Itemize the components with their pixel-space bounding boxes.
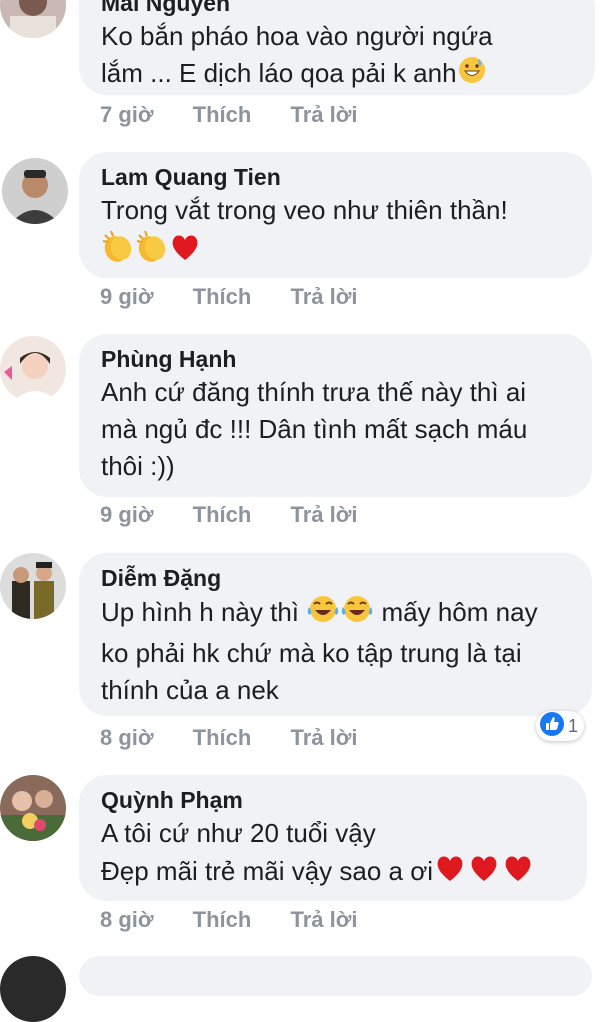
clapping-hands-icon — [135, 229, 169, 275]
comment-actions: 9 giờ Thích Trả lời — [100, 284, 390, 310]
comment-actions: 7 giờ Thích Trả lời — [100, 102, 390, 128]
like-button[interactable]: Thích — [193, 284, 252, 310]
comment-bubble: Diễm Đặng Up hình h này thì mấy hôm nay … — [79, 553, 592, 716]
grinning-sweat-emoji — [457, 55, 487, 95]
like-button[interactable]: Thích — [193, 502, 252, 528]
comment-author[interactable]: Lam Quang Tien — [101, 162, 570, 192]
avatar[interactable] — [2, 158, 68, 224]
comment-actions: 8 giờ Thích Trả lời — [100, 725, 390, 751]
avatar[interactable] — [0, 775, 66, 841]
comment-bubble: Quỳnh Phạm A tôi cứ như 20 tuổi vậy Đẹp … — [79, 775, 587, 901]
comment-time[interactable]: 9 giờ — [100, 284, 154, 310]
comment-text: A tôi cứ như 20 tuổi vậy Đẹp mãi trẻ mãi… — [101, 815, 565, 894]
avatar[interactable] — [0, 553, 66, 619]
tears-of-joy-emoji — [306, 593, 340, 635]
comment-text: Trong vắt trong veo như thiên thần! — [101, 192, 570, 267]
reply-button[interactable]: Trả lời — [290, 284, 357, 310]
comment-author[interactable]: Quỳnh Phạm — [101, 785, 565, 815]
comment-time[interactable]: 7 giờ — [100, 102, 154, 128]
tears-of-joy-emoji — [340, 593, 374, 635]
comment-author[interactable]: Diễm Đặng — [101, 563, 570, 593]
comment-bubble: Mai Nguyen Ko bắn pháo hoa vào người ngứ… — [79, 0, 595, 95]
comment-text: Ko bắn pháo hoa vào người ngứa lắm ... E… — [101, 18, 573, 95]
comment-bubble: Phùng Hạnh Anh cứ đăng thính trưa thế nà… — [79, 334, 592, 497]
red-heart-icon — [433, 852, 467, 894]
avatar[interactable] — [0, 0, 66, 38]
comment-actions: 8 giờ Thích Trả lời — [100, 907, 390, 933]
avatar[interactable] — [0, 336, 66, 402]
red-heart-icon — [501, 852, 535, 894]
like-button[interactable]: Thích — [193, 725, 252, 751]
comment-text: Anh cứ đăng thính trưa thế này thì ai mà… — [101, 377, 528, 481]
reply-button[interactable]: Trả lời — [290, 907, 357, 933]
comment-author[interactable]: Phùng Hạnh — [101, 344, 570, 374]
comment-author[interactable]: Mai Nguyen — [101, 0, 573, 18]
comment-time[interactable]: 8 giờ — [100, 725, 154, 751]
comment-text: Up hình h này thì mấy hôm nay ko phải hk… — [101, 593, 570, 709]
red-heart-icon — [169, 231, 201, 273]
reply-button[interactable]: Trả lời — [290, 102, 357, 128]
reply-button[interactable]: Trả lời — [290, 502, 357, 528]
reaction-count: 1 — [568, 715, 579, 736]
comment-bubble — [79, 956, 592, 996]
clapping-hands-icon — [101, 229, 135, 275]
red-heart-icon — [467, 852, 501, 894]
reply-button[interactable]: Trả lời — [290, 725, 357, 751]
like-button[interactable]: Thích — [193, 907, 252, 933]
comment-time[interactable]: 8 giờ — [100, 907, 154, 933]
avatar[interactable] — [0, 956, 66, 1022]
comment-time[interactable]: 9 giờ — [100, 502, 154, 528]
reaction-summary[interactable]: 1 — [536, 711, 585, 742]
like-button[interactable]: Thích — [193, 102, 252, 128]
comment-bubble: Lam Quang Tien Trong vắt trong veo như t… — [79, 152, 592, 278]
comment-actions: 9 giờ Thích Trả lời — [100, 502, 390, 528]
like-reaction-icon — [539, 711, 565, 742]
